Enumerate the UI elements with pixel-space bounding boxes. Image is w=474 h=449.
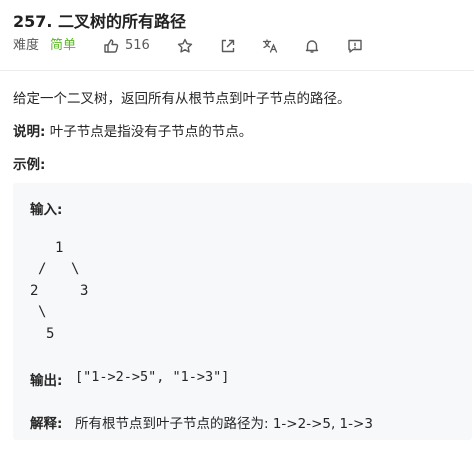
input-label: 输入: [30, 202, 63, 218]
note-label: 说明: [13, 124, 46, 140]
like-count: 516 [125, 38, 150, 53]
tree-right-node: 3 [80, 283, 89, 299]
problem-title: 257. 二叉树的所有路径 [13, 12, 187, 31]
star-icon[interactable] [177, 38, 193, 54]
tree-right-edge: \ [71, 261, 80, 277]
note-text: 叶子节点是指没有子节点的节点。 [45, 124, 253, 140]
output-value: ["1->2->5", "1->3"] [75, 369, 230, 385]
thumbs-up-icon [103, 38, 119, 54]
example-heading: 示例: [13, 157, 46, 173]
header-divider [0, 70, 474, 71]
like-button[interactable]: 516 [103, 36, 150, 56]
tree-left-edge: / [38, 261, 47, 277]
translate-icon[interactable] [262, 38, 278, 54]
output-label: 输出: [30, 373, 63, 389]
tree-left-right-edge: \ [38, 304, 47, 320]
problem-meta-bar: 难度 简单 516 [13, 36, 473, 56]
feedback-icon[interactable] [347, 38, 363, 54]
difficulty-label: 难度 [13, 38, 40, 53]
tree-root-node: 1 [55, 240, 64, 256]
problem-note: 说明: 叶子节点是指没有子节点的节点。 [13, 120, 252, 140]
explanation-label: 解释: [30, 416, 63, 432]
bell-icon[interactable] [304, 38, 320, 54]
problem-description: 给定一个二叉树，返回所有从根节点到叶子节点的路径。 [13, 91, 351, 107]
tree-left-node: 2 [30, 283, 39, 299]
tree-leaf-node: 5 [46, 326, 55, 342]
example-block: 输入: 1 / \ 2 3 \ 5 输出: ["1->2->5", "1->3"… [13, 183, 472, 440]
share-icon[interactable] [220, 38, 236, 54]
explanation-text: 所有根节点到叶子节点的路径为: 1->2->5, 1->3 [75, 416, 373, 432]
difficulty-badge: 简单 [50, 38, 77, 53]
